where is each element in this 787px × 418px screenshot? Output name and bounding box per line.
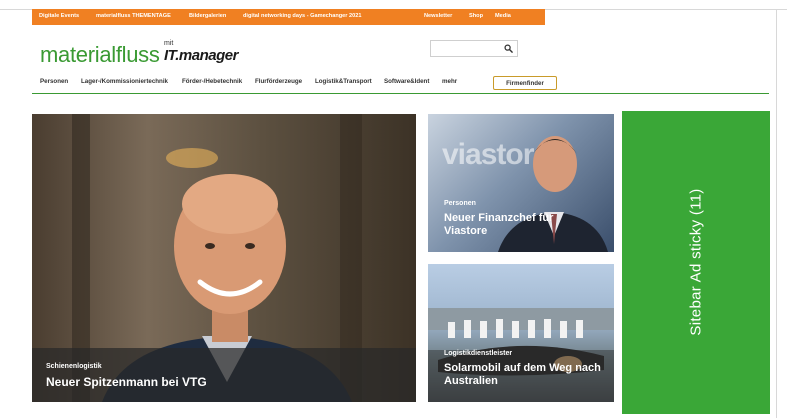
article-kicker-solarmobil: Logistikdienstleister	[444, 350, 513, 357]
search-icon[interactable]	[504, 44, 513, 53]
topbar-link-digitale-events[interactable]: Digitale Events	[39, 13, 79, 19]
nav-item-foerder[interactable]: Förder-/Hebetechnik	[182, 78, 242, 85]
nav-item-lager[interactable]: Lager-/Kommissioniertechnik	[81, 78, 168, 85]
article-title-main[interactable]: Neuer Spitzenmann bei VTG	[46, 375, 207, 389]
topbar-link-newsletter[interactable]: Newsletter	[424, 13, 452, 19]
nav-item-flurfoerderzeuge[interactable]: Flurförderzeuge	[255, 78, 302, 85]
topbar-link-thementage[interactable]: materialfluss THEMENTAGE	[96, 13, 171, 19]
nav-item-logistik[interactable]: Logistik&Transport	[315, 78, 372, 85]
nav-item-mehr[interactable]: mehr	[442, 78, 457, 85]
article-tile-solarmobil[interactable]: Logistikdienstleister Solarmobil auf dem…	[428, 264, 614, 402]
nav-item-personen[interactable]: Personen	[40, 78, 68, 85]
logo-materialfluss: materialfluss	[40, 42, 160, 67]
search-box	[430, 40, 518, 57]
search-input[interactable]	[433, 42, 503, 55]
firmenfinder-button[interactable]: Firmenfinder	[493, 76, 557, 90]
article-kicker-viastore: Personen	[444, 200, 476, 207]
firmenfinder-label: Firmenfinder	[506, 80, 544, 87]
topbar-link-media[interactable]: Media	[495, 13, 511, 19]
top-bar: Digitale Events materialfluss THEMENTAGE…	[32, 9, 545, 25]
article-tile-main[interactable]: Schienenlogistik Neuer Spitzenmann bei V…	[32, 114, 416, 402]
topbar-link-bildergalerien[interactable]: Bildergalerien	[189, 13, 226, 19]
logo-it-manager: IT.manager	[164, 47, 238, 64]
nav-divider	[32, 93, 769, 94]
sitebar-ad-label: Sitebar Ad sticky (11)	[687, 188, 705, 336]
article-tile-viastore[interactable]: viastore Personen Neuer Finanzchef für V…	[428, 114, 614, 252]
article-title-solarmobil[interactable]: Solarmobil auf dem Weg nach Australien	[444, 362, 604, 388]
article-kicker-main: Schienenlogistik	[46, 363, 102, 370]
topbar-link-shop[interactable]: Shop	[469, 13, 483, 19]
topbar-link-networking-days[interactable]: digital networking days - Gamechanger 20…	[243, 13, 361, 19]
nav-item-software[interactable]: Software&Ident	[384, 78, 429, 85]
sitebar-ad[interactable]: Sitebar Ad sticky (11)	[622, 111, 770, 414]
right-rule	[776, 9, 777, 418]
article-title-viastore[interactable]: Neuer Finanzchef für Viastore	[444, 212, 574, 238]
logo-mit: mit	[164, 40, 174, 47]
